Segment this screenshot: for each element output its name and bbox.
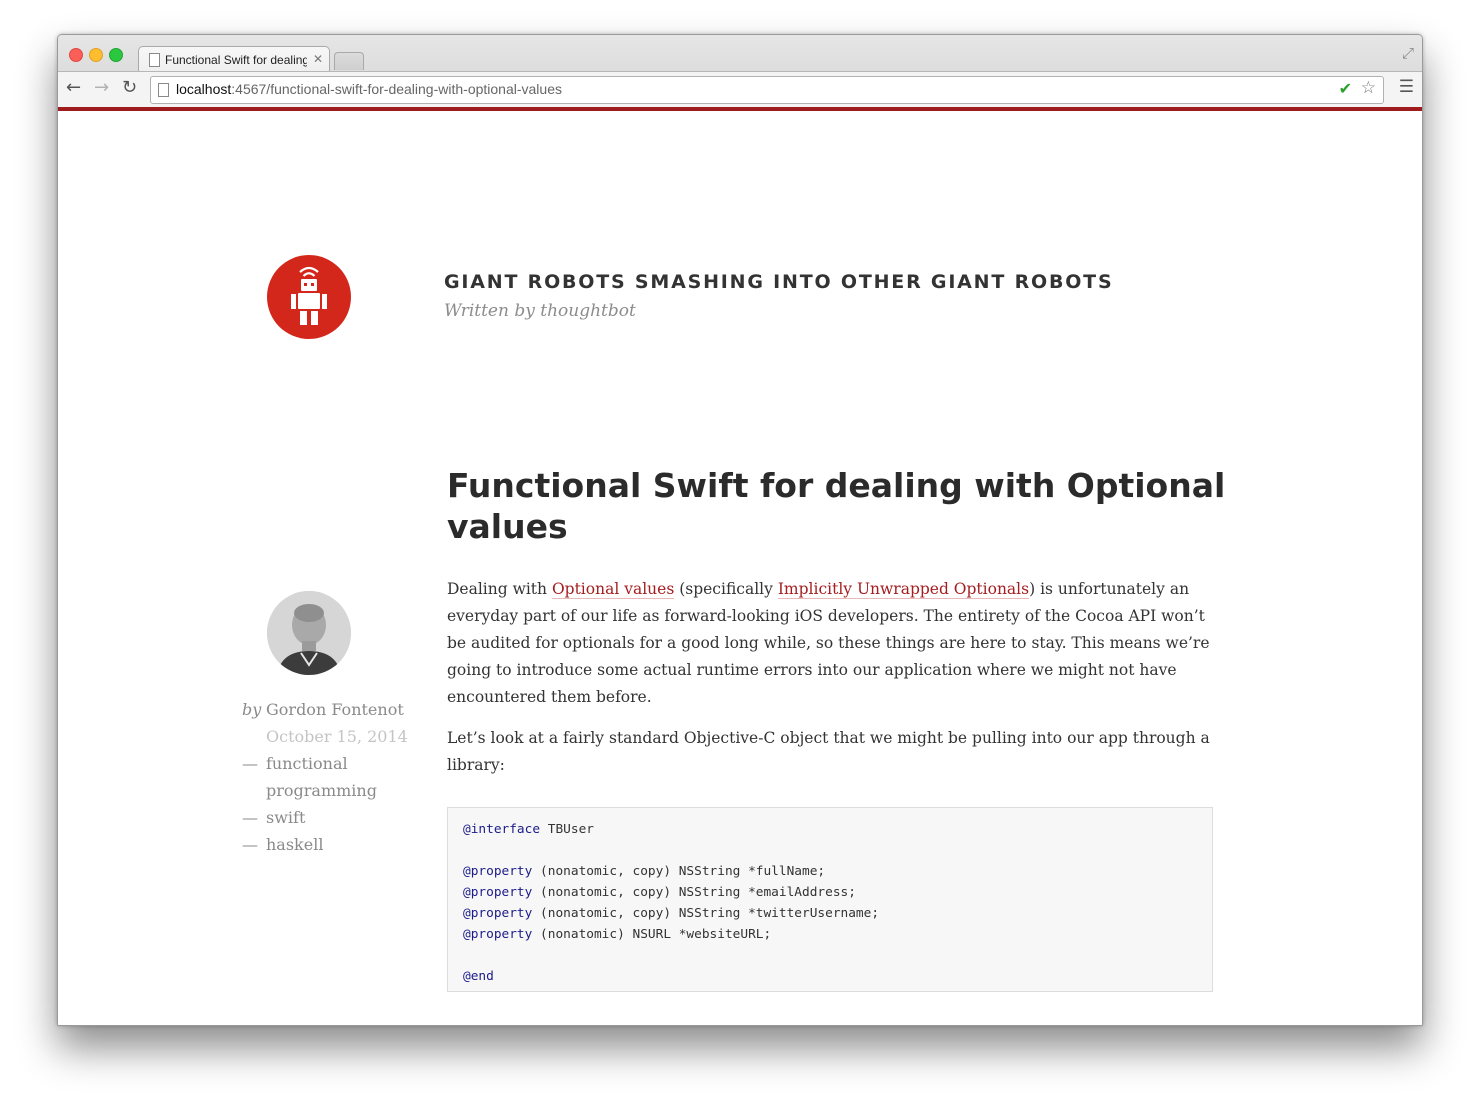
url-path: :4567/functional-swift-for-dealing-with-… bbox=[231, 81, 562, 97]
tag-row-continued: programming bbox=[242, 777, 432, 804]
byline-author[interactable]: thoughtbot bbox=[540, 301, 636, 321]
document-icon bbox=[158, 83, 169, 97]
code-block: @interface TBUser @property (nonatomic, c… bbox=[447, 807, 1213, 992]
window-close-button[interactable] bbox=[69, 48, 83, 62]
link-optional-values[interactable]: Optional values bbox=[551, 580, 675, 599]
post-title: Functional Swift for dealing with Option… bbox=[447, 466, 1226, 546]
url-text[interactable]: localhost:4567/functional-swift-for-deal… bbox=[176, 81, 562, 97]
paragraph-text: (specifically bbox=[674, 580, 778, 598]
browser-window: Functional Swift for dealing with Option… bbox=[57, 34, 1423, 1026]
checkmark-extension-icon[interactable]: ✔ bbox=[1339, 79, 1352, 98]
robot-logo-icon[interactable] bbox=[267, 255, 351, 339]
close-icon[interactable]: ✕ bbox=[313, 52, 323, 66]
tag-row: — functional bbox=[242, 750, 432, 777]
forward-arrow-icon[interactable]: → bbox=[94, 77, 109, 98]
tag-functional-programming[interactable]: functional bbox=[266, 750, 348, 777]
menu-icon[interactable]: ☰ bbox=[1399, 77, 1414, 97]
link-implicitly-unwrapped-optionals[interactable]: Implicitly Unwrapped Optionals bbox=[777, 580, 1030, 599]
window-minimize-button[interactable] bbox=[89, 48, 103, 62]
tag-functional-programming-continued[interactable]: programming bbox=[266, 777, 377, 804]
browser-tab[interactable]: Functional Swift for dealing with Option… bbox=[138, 46, 330, 72]
address-bar[interactable]: localhost:4567/functional-swift-for-deal… bbox=[150, 76, 1384, 104]
code-text: (nonatomic, copy) NSString *twitterUsern… bbox=[532, 906, 880, 921]
post-paragraph: Dealing with Optional values (specifical… bbox=[447, 576, 1217, 711]
url-host: localhost bbox=[176, 81, 232, 97]
author-row: by Gordon Fontenot bbox=[242, 696, 432, 723]
code-keyword: @interface bbox=[463, 822, 541, 837]
reload-icon[interactable]: ↻ bbox=[122, 77, 137, 98]
post-date: October 15, 2014 bbox=[266, 727, 408, 746]
window-zoom-button[interactable] bbox=[109, 48, 123, 62]
date-row: October 15, 2014 bbox=[242, 723, 432, 750]
tag-row: — swift bbox=[242, 804, 432, 831]
code-keyword: @property bbox=[463, 906, 533, 921]
code-keyword: @property bbox=[463, 864, 533, 879]
document-icon bbox=[149, 53, 160, 67]
code-text: (nonatomic) NSURL *websiteURL; bbox=[532, 927, 772, 942]
code-line: @property (nonatomic) NSURL *websiteURL; bbox=[463, 924, 1197, 945]
code-text: TBUser bbox=[540, 822, 594, 837]
code-keyword: @end bbox=[463, 969, 494, 984]
code-text: (nonatomic, copy) NSString *emailAddress… bbox=[532, 885, 856, 900]
page-content: GIANT ROBOTS SMASHING INTO OTHER GIANT R… bbox=[58, 111, 1422, 1025]
star-icon[interactable]: ☆ bbox=[1361, 78, 1376, 98]
tag-swift[interactable]: swift bbox=[266, 804, 305, 831]
back-arrow-icon[interactable]: ← bbox=[66, 77, 81, 98]
code-line: @interface TBUser bbox=[463, 819, 1197, 840]
tag-row: — haskell bbox=[242, 831, 432, 858]
code-text: (nonatomic, copy) NSString *fullName; bbox=[532, 864, 826, 879]
code-line: @end bbox=[463, 966, 1197, 987]
tag-dash: — bbox=[242, 754, 258, 773]
blog-byline: Written by thoughtbot bbox=[444, 301, 636, 321]
avatar bbox=[267, 591, 351, 675]
code-keyword: @property bbox=[463, 927, 533, 942]
fullscreen-icon[interactable]: ⤢ bbox=[1402, 44, 1414, 62]
code-line: @property (nonatomic, copy) NSString *em… bbox=[463, 882, 1197, 903]
byline-prefix: Written by bbox=[444, 301, 541, 321]
author-prefix: by bbox=[242, 700, 262, 719]
paragraph-text: Dealing with bbox=[447, 580, 552, 598]
tag-dash: — bbox=[242, 835, 258, 854]
blog-title[interactable]: GIANT ROBOTS SMASHING INTO OTHER GIANT R… bbox=[444, 271, 1113, 293]
code-line: @property (nonatomic, copy) NSString *fu… bbox=[463, 861, 1197, 882]
tag-haskell[interactable]: haskell bbox=[266, 831, 323, 858]
author-name[interactable]: Gordon Fontenot bbox=[266, 696, 404, 723]
new-tab-button[interactable] bbox=[334, 52, 364, 70]
code-keyword: @property bbox=[463, 885, 533, 900]
browser-toolbar: ← → ↻ localhost:4567/functional-swift-fo… bbox=[58, 71, 1422, 108]
tab-title: Functional Swift for dealing with Option… bbox=[165, 53, 307, 67]
post-paragraph: Let’s look at a fairly standard Objectiv… bbox=[447, 729, 1210, 774]
code-line: @property (nonatomic, copy) NSString *tw… bbox=[463, 903, 1197, 924]
tag-dash: — bbox=[242, 808, 258, 827]
post-meta: by Gordon Fontenot October 15, 2014 — fu… bbox=[242, 696, 432, 858]
